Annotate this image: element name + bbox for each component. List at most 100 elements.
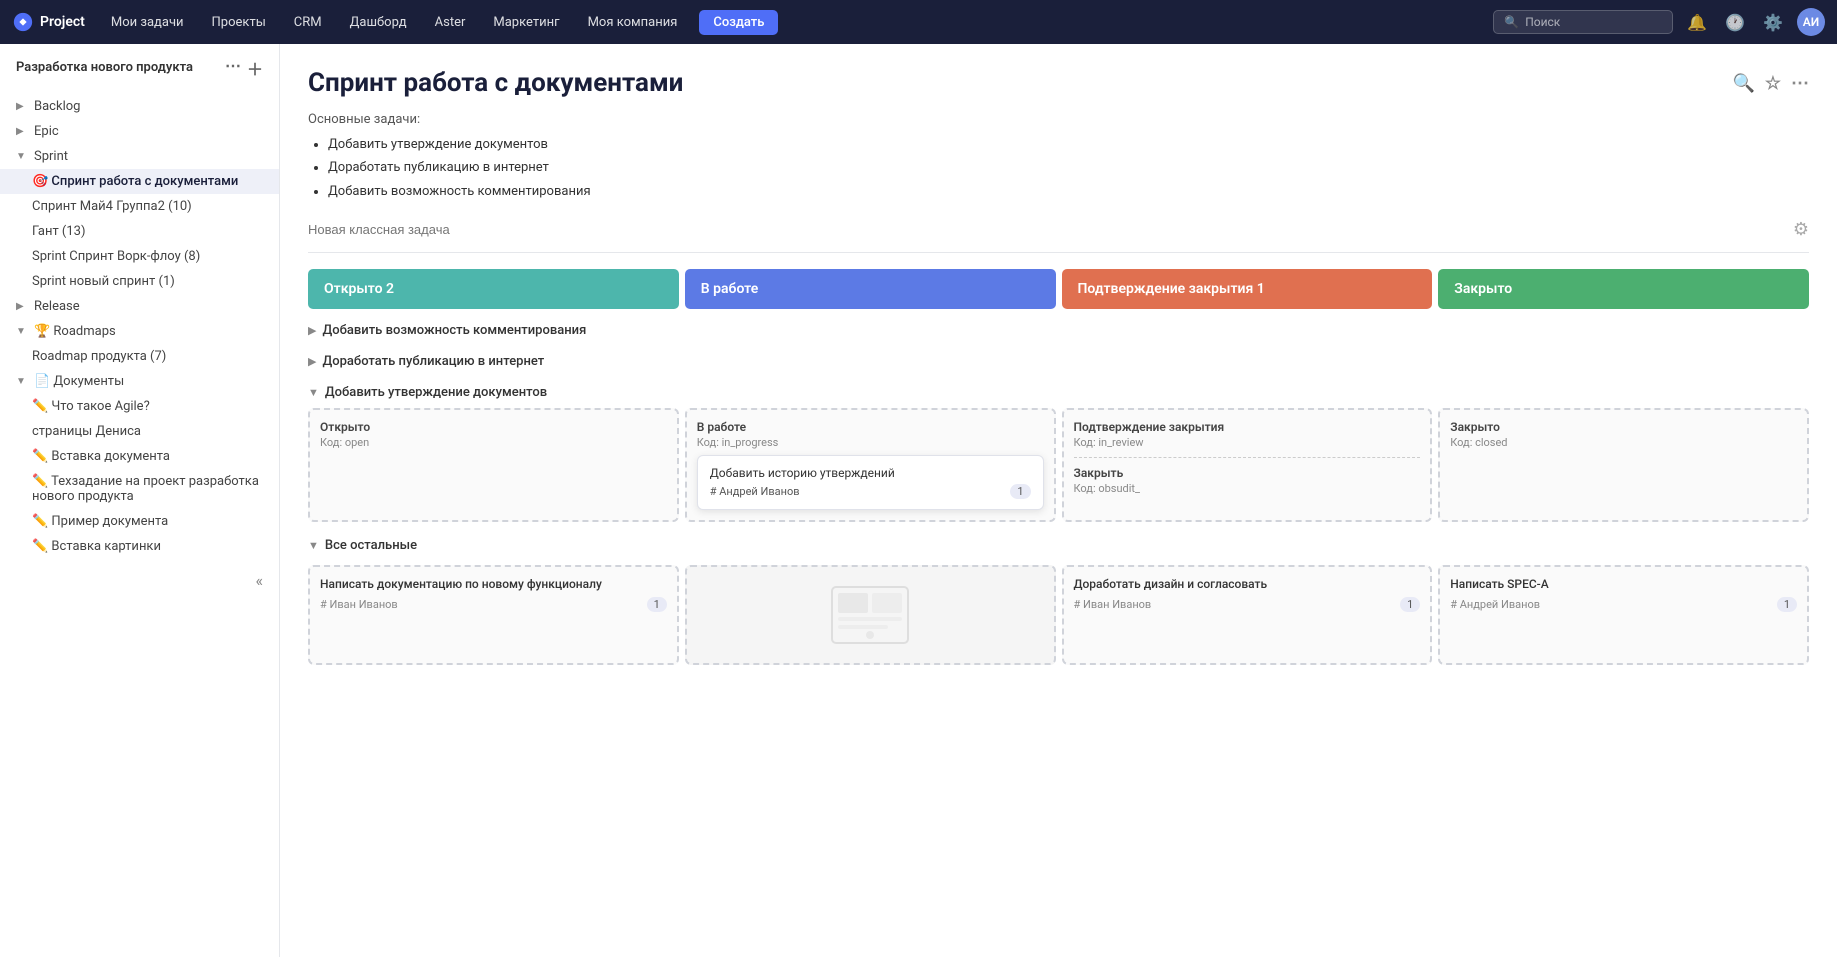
sidebar-item-sprint-new[interactable]: Sprint новый спринт (1) (0, 269, 279, 294)
app-name: Project (40, 14, 85, 30)
other-card-3-meta: # Иван Иванов 1 (1074, 597, 1421, 612)
sidebar-item-techspec[interactable]: ✏️ Техзадание на проект разработка новог… (0, 469, 279, 509)
approval-popup-card[interactable]: Добавить историю утверждений # Андрей Ив… (697, 455, 1044, 510)
create-button[interactable]: Создать (699, 10, 778, 35)
nav-my-tasks[interactable]: Мои задачи (101, 11, 194, 34)
all-others-section: ▼ Все остальные Написать документацию по… (308, 534, 1809, 665)
sidebar-item-backlog[interactable]: ▶ Backlog (0, 94, 279, 119)
other-card-image (685, 565, 1056, 665)
intro-task-1: Добавить утверждение документов (328, 133, 1809, 156)
approval-inprogress-status: В работе (697, 420, 1044, 434)
search-box[interactable]: 🔍 Поиск (1493, 10, 1673, 34)
other-card-3-count: 1 (1400, 597, 1420, 612)
new-task-input[interactable] (308, 222, 1793, 237)
approval-closed-status: Закрыто (1450, 420, 1797, 434)
sidebar-add-icon[interactable]: ＋ (247, 56, 263, 80)
sidebar-label-gantt: Гант (13) (32, 224, 263, 239)
intro-task-2: Доработать публикацию в интернет (328, 156, 1809, 179)
roadmaps-arrow-icon: ▼ (16, 326, 28, 337)
sidebar-label-sprint: Sprint (34, 149, 263, 164)
sidebar-label-epic: Epic (34, 124, 263, 139)
kanban-header-open[interactable]: Открыто 2 (308, 269, 679, 309)
main-content: Спринт работа с документами 🔍 ☆ ⋯ Основн… (280, 44, 1837, 957)
tasks-intro: Основные задачи: Добавить утверждение до… (308, 112, 1809, 203)
all-others-grid: Написать документацию по новому функцион… (308, 565, 1809, 665)
sidebar-item-example-doc[interactable]: ✏️ Пример документа (0, 509, 279, 534)
sidebar-item-documents[interactable]: ▼ 📄 Документы (0, 369, 279, 394)
sidebar-label-techspec: ✏️ Техзадание на проект разработка новог… (32, 474, 263, 504)
more-options-icon[interactable]: ⋯ (1791, 73, 1809, 94)
sidebar-more-icon[interactable]: ⋯ (225, 56, 241, 80)
top-navigation: Project Мои задачи Проекты CRM Дашборд A… (0, 0, 1837, 44)
other-card-3-user: # Иван Иванов (1074, 598, 1152, 611)
sidebar-item-denis-pages[interactable]: страницы Дениса (0, 419, 279, 444)
sidebar-item-sprint[interactable]: ▼ Sprint (0, 144, 279, 169)
app-logo[interactable]: Project (12, 11, 85, 33)
sidebar-item-release[interactable]: ▶ Release (0, 294, 279, 319)
sidebar-item-insert-image[interactable]: ✏️ Вставка картинки (0, 534, 279, 559)
sidebar-nav: ▶ Backlog ▶ Epic ▼ Sprint 🎯 Спринт работ… (0, 92, 279, 561)
sidebar-label-denis-pages: страницы Дениса (32, 424, 263, 439)
kanban-header-in-progress[interactable]: В работе (685, 269, 1056, 309)
group-publish-arrow-icon: ▶ (308, 355, 316, 368)
page-title-row: Спринт работа с документами 🔍 ☆ ⋯ (308, 68, 1809, 98)
sidebar-collapse-button[interactable]: « (255, 571, 263, 590)
nav-marketing[interactable]: Маркетинг (483, 11, 569, 34)
sidebar-label-agile: ✏️ Что такое Agile? (32, 399, 263, 414)
other-card-1-count: 1 (647, 597, 667, 612)
other-card-3-title: Доработать дизайн и согласовать (1074, 577, 1421, 591)
nav-crm[interactable]: CRM (284, 11, 332, 34)
sidebar-item-sprint-may[interactable]: Спринт Май4 Группа2 (10) (0, 194, 279, 219)
kanban-headers: Открыто 2 В работе Подтверждение закрыти… (308, 269, 1809, 309)
sidebar-item-insert-doc[interactable]: ✏️ Вставка документа (0, 444, 279, 469)
nav-dashboard[interactable]: Дашборд (340, 11, 417, 34)
settings-icon[interactable]: ⚙️ (1759, 11, 1787, 34)
sidebar-item-roadmaps[interactable]: ▼ 🏆 Roadmaps (0, 319, 279, 344)
sidebar-footer: « (0, 561, 279, 600)
approval-cell-closed: Закрыто Код: closed (1438, 408, 1809, 522)
sidebar-label-sprint-workflow: Sprint Спринт Ворк-флоу (8) (32, 249, 263, 264)
kanban-header-review[interactable]: Подтверждение закрытия 1 (1062, 269, 1433, 309)
sprint-arrow-icon: ▼ (16, 151, 28, 162)
star-icon[interactable]: ☆ (1765, 73, 1781, 94)
notifications-icon[interactable]: 🔔 (1683, 11, 1711, 34)
task-group-comments-header[interactable]: ▶ Добавить возможность комментирования (308, 319, 1809, 342)
nav-aster[interactable]: Aster (425, 11, 476, 34)
task-group-comments: ▶ Добавить возможность комментирования (308, 319, 1809, 342)
sidebar-item-sprint-docs[interactable]: 🎯 Спринт работа с документами (0, 169, 279, 194)
all-others-arrow-icon: ▼ (308, 539, 319, 552)
approval-review-code: Код: in_review (1074, 436, 1421, 449)
intro-task-list: Добавить утверждение документов Доработа… (308, 133, 1809, 203)
kanban-header-closed[interactable]: Закрыто (1438, 269, 1809, 309)
backlog-arrow-icon: ▶ (16, 101, 28, 112)
all-others-header[interactable]: ▼ Все остальные (308, 534, 1809, 557)
avatar[interactable]: AИ (1797, 8, 1825, 36)
sidebar-label-sprint-docs: 🎯 Спринт работа с документами (32, 174, 263, 189)
main-layout: Разработка нового продукта ⋯ ＋ ▶ Backlog… (0, 44, 1837, 957)
sidebar-item-epic[interactable]: ▶ Epic (0, 119, 279, 144)
sidebar-item-gantt[interactable]: Гант (13) (0, 219, 279, 244)
sidebar-item-agile[interactable]: ✏️ Что такое Agile? (0, 394, 279, 419)
other-card-1-user: # Иван Иванов (320, 598, 398, 611)
logo-icon (12, 11, 34, 33)
task-group-approval: ▼ Добавить утверждение документов Открыт… (308, 381, 1809, 522)
new-task-settings-icon[interactable]: ⚙ (1793, 219, 1809, 240)
other-card-1-meta: # Иван Иванов 1 (320, 597, 667, 612)
sidebar-label-insert-doc: ✏️ Вставка документа (32, 449, 263, 464)
approval-cell-review: Подтверждение закрытия Код: in_review За… (1062, 408, 1433, 522)
sidebar-item-sprint-workflow[interactable]: Sprint Спринт Ворк-флоу (8) (0, 244, 279, 269)
sidebar-item-roadmap-product[interactable]: Roadmap продукта (7) (0, 344, 279, 369)
other-card-4-meta: # Андрей Иванов 1 (1450, 597, 1797, 612)
task-group-approval-header[interactable]: ▼ Добавить утверждение документов (308, 381, 1809, 404)
nav-projects[interactable]: Проекты (202, 11, 276, 34)
other-card-4: Написать SPEC-A # Андрей Иванов 1 (1438, 565, 1809, 665)
group-approval-arrow-icon: ▼ (308, 386, 319, 399)
approval-open-code: Код: open (320, 436, 667, 449)
nav-my-company[interactable]: Моя компания (578, 11, 688, 34)
task-group-publish-header[interactable]: ▶ Доработать публикацию в интернет (308, 350, 1809, 373)
history-icon[interactable]: 🕐 (1721, 11, 1749, 34)
search-icon: 🔍 (1504, 15, 1519, 29)
approval-review-subcode: Код: obsudit_ (1074, 482, 1421, 495)
search-page-icon[interactable]: 🔍 (1732, 73, 1754, 94)
sidebar-label-insert-image: ✏️ Вставка картинки (32, 539, 263, 554)
